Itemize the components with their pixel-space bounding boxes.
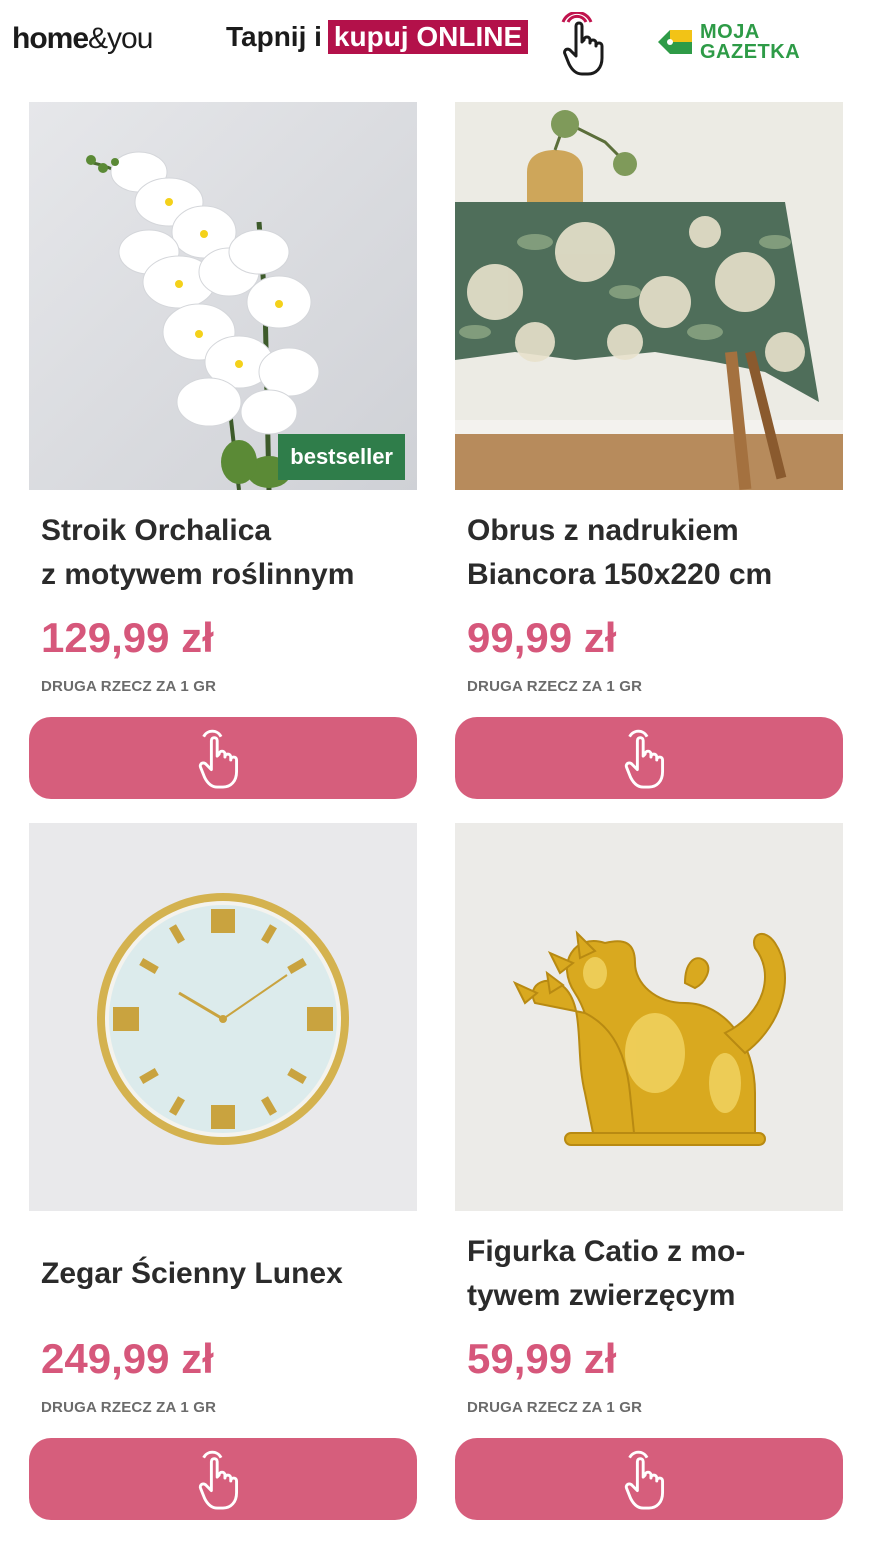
promo-text: Tapnij i	[226, 21, 322, 52]
product-image-cats-figurine[interactable]	[455, 823, 843, 1211]
home-and-you-logo[interactable]: home&you	[12, 22, 153, 56]
product-image-clock[interactable]	[29, 823, 417, 1211]
tap-hand-icon	[561, 12, 604, 76]
buy-button[interactable]	[455, 717, 843, 799]
tap-hand-icon	[624, 1450, 665, 1510]
product-title[interactable]: Zegar Ścienny Lunex	[41, 1252, 411, 1296]
mg-line1: MOJA	[700, 21, 760, 43]
product-offer: DRUGA RZECZ ZA 1 GR	[467, 1399, 643, 1416]
product-title[interactable]: Figurka Catio z mo-tywem zwierzęcym	[467, 1230, 837, 1318]
bestseller-badge: bestseller	[278, 434, 405, 480]
product-image-tablecloth[interactable]	[455, 102, 843, 490]
tap-hand-icon	[198, 729, 239, 789]
product-offer: DRUGA RZECZ ZA 1 GR	[467, 678, 643, 695]
product-price: 249,99 zł	[41, 1335, 214, 1382]
product-price: 59,99 zł	[467, 1335, 617, 1382]
buy-button[interactable]	[29, 1438, 417, 1520]
header: home&you Tapnij i kupuj ONLINE MOJA GAZE…	[0, 0, 872, 90]
tap-to-buy-online-banner[interactable]: Tapnij i kupuj ONLINE	[226, 20, 529, 54]
buy-button[interactable]	[29, 717, 417, 799]
tap-hand-icon	[624, 729, 665, 789]
product-title[interactable]: Obrus z nadrukiem Biancora 150x220 cm	[467, 509, 837, 597]
product-card[interactable]: bestseller Stroik Orchalica z motywem roś…	[29, 102, 417, 800]
tap-hand-icon	[198, 1450, 239, 1510]
product-price: 129,99 zł	[41, 614, 214, 661]
product-card[interactable]: Figurka Catio z mo-tywem zwierzęcym 59,9…	[455, 823, 843, 1521]
product-offer: DRUGA RZECZ ZA 1 GR	[41, 1399, 217, 1416]
buy-button[interactable]	[455, 1438, 843, 1520]
price-tag-icon	[658, 30, 692, 54]
product-offer: DRUGA RZECZ ZA 1 GR	[41, 678, 217, 695]
product-card[interactable]: Obrus z nadrukiem Biancora 150x220 cm 99,…	[455, 102, 843, 800]
promo-badge: kupuj ONLINE	[327, 20, 529, 54]
mg-line2: GAZETKA	[700, 41, 801, 63]
product-card[interactable]: Zegar Ścienny Lunex 249,99 zł DRUGA RZEC…	[29, 823, 417, 1521]
product-image-orchid[interactable]: bestseller	[29, 102, 417, 490]
product-title[interactable]: Stroik Orchalica z motywem roślinnym	[41, 509, 411, 597]
product-price: 99,99 zł	[467, 614, 617, 661]
moja-gazetka-logo[interactable]: MOJA GAZETKA	[656, 22, 800, 62]
